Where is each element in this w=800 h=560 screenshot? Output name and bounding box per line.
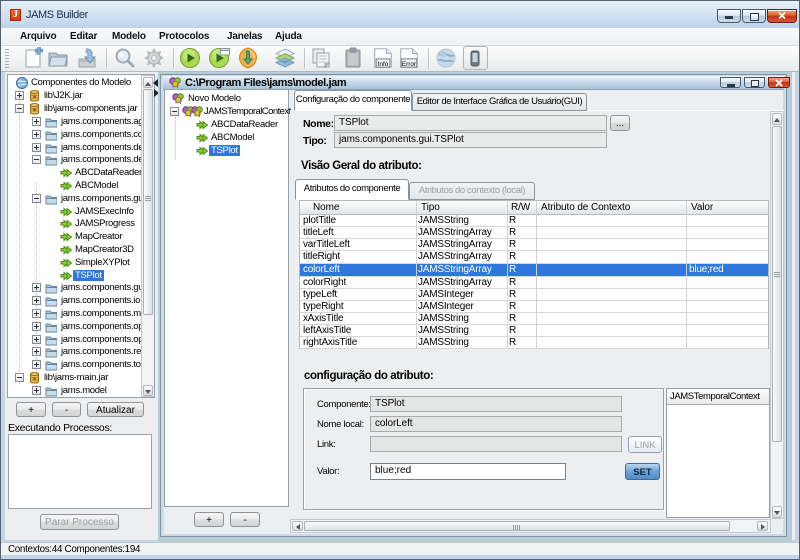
svg-text:Error: Error [402,61,417,68]
svg-text:Info: Info [378,61,389,68]
